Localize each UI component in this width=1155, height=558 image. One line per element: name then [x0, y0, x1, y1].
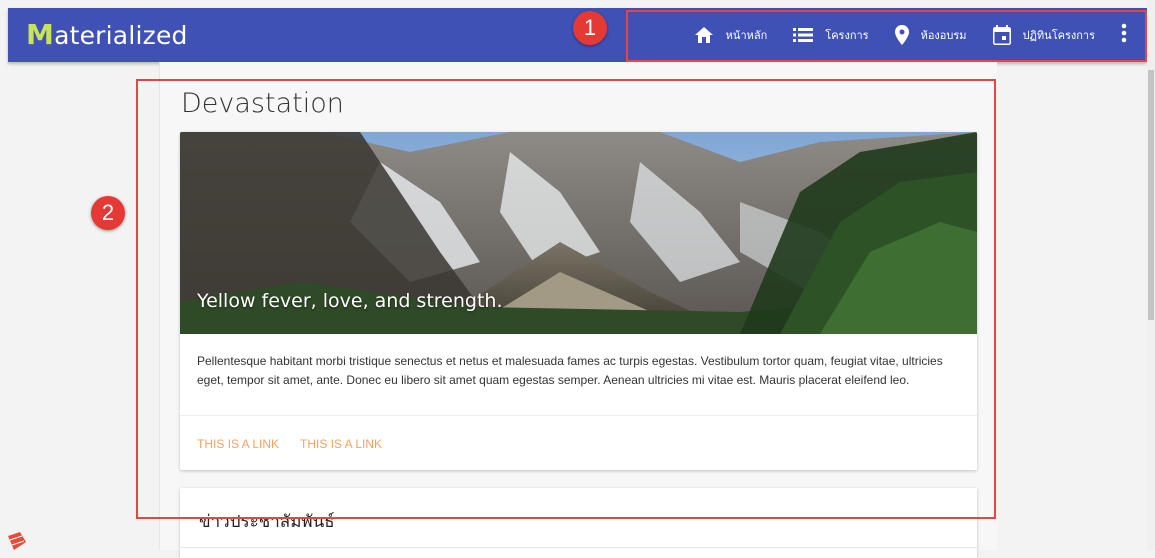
app-corner-icon	[8, 532, 26, 550]
annotation-badge-1: 1	[573, 11, 607, 45]
logo-text: aterialized	[54, 21, 188, 50]
annotation-badge-2: 2	[91, 196, 125, 230]
news-card-divider	[180, 547, 977, 548]
logo-letter: M	[26, 18, 55, 51]
scrollbar-thumb[interactable]	[1148, 70, 1154, 320]
app-logo[interactable]: Materialized	[26, 18, 188, 51]
page-scrollbar[interactable]	[1147, 0, 1155, 550]
annotation-box-1	[626, 10, 1147, 62]
corner-app-icon	[8, 532, 26, 550]
annotation-box-2	[136, 79, 996, 519]
